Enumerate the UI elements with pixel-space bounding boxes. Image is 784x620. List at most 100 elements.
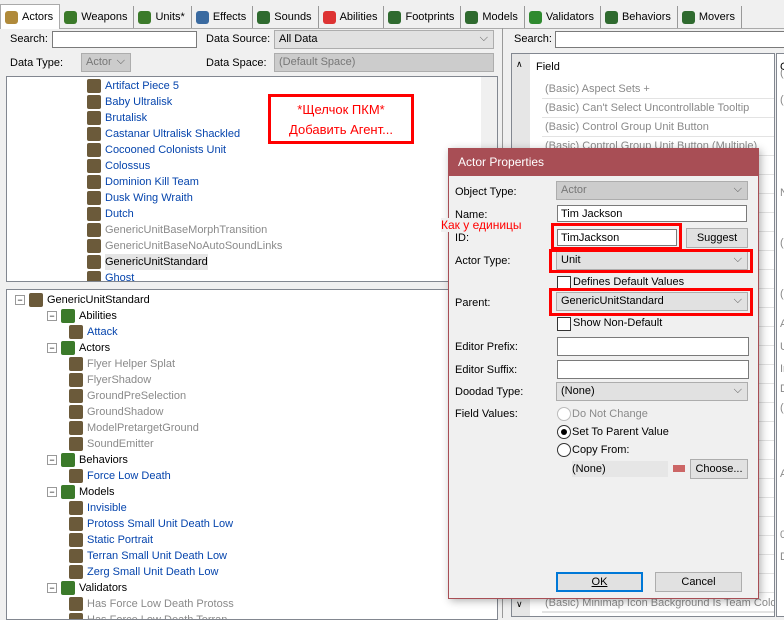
expand-icon[interactable]: − (47, 487, 57, 497)
tab-movers[interactable]: Movers (678, 6, 742, 28)
list-item-label: Cocooned Colonists Unit (105, 144, 227, 156)
copy-from-radio[interactable] (557, 443, 571, 457)
tree-node[interactable]: Terran Small Unit Death Low (69, 548, 227, 564)
expand-icon[interactable]: − (47, 343, 57, 353)
data-source-select[interactable]: All Data ⌵ (274, 30, 494, 49)
expand-icon[interactable]: − (47, 455, 57, 465)
suggest-button[interactable]: Suggest (686, 228, 748, 248)
ok-button[interactable]: OK (556, 572, 643, 592)
expand-icon[interactable]: − (47, 311, 57, 321)
tree-node[interactable]: Has Force Low Death Terran (69, 612, 227, 619)
tab-footprints[interactable]: Footprints (384, 6, 462, 28)
list-item[interactable]: Cocooned Colonists Unit (87, 142, 226, 158)
tree-node[interactable]: − Abilities (47, 308, 117, 324)
list-item[interactable]: Castanar Ultralisk Shackled (87, 126, 240, 142)
editor-suffix-label: Editor Suffix: (455, 364, 518, 376)
list-item[interactable]: Dutch (87, 206, 134, 222)
value-cell[interactable]: (0 (780, 237, 784, 249)
search-input[interactable] (52, 31, 197, 48)
data-type-select[interactable]: Actor ⌵ (81, 53, 131, 72)
list-item[interactable]: Colossus (87, 158, 150, 174)
tree-node[interactable]: − Validators (47, 580, 127, 596)
expand-icon[interactable]: − (47, 583, 57, 593)
list-item[interactable]: Ghost (87, 270, 134, 281)
value-cell[interactable]: D (780, 551, 784, 563)
choose-button[interactable]: Choose... (690, 459, 748, 479)
value-cell[interactable]: A (780, 318, 784, 330)
cancel-button[interactable]: Cancel (655, 572, 742, 592)
parent-label: Parent: (455, 297, 491, 309)
structure-tree[interactable]: − GenericUnitStandard − Abilities Attack − Act… (6, 289, 498, 620)
tree-node[interactable]: − Models (47, 484, 114, 500)
value-cell[interactable]: D (780, 383, 784, 395)
name-input[interactable] (557, 205, 747, 222)
value-cell[interactable]: (N (780, 402, 784, 414)
tab-units[interactable]: Units* (134, 6, 192, 28)
tab-behaviors[interactable]: Behaviors (601, 6, 678, 28)
tree-node[interactable]: GroundPreSelection (69, 388, 186, 404)
tab-models[interactable]: Models (461, 6, 525, 28)
tree-node[interactable]: Invisible (69, 500, 127, 516)
tab-sounds[interactable]: Sounds (253, 6, 319, 28)
list-item[interactable]: Dominion Kill Team (87, 174, 199, 190)
tree-node[interactable]: − GenericUnitStandard (15, 292, 150, 308)
field-row[interactable]: (Basic) Can't Select Uncontrollable Tool… (542, 100, 774, 118)
tree-node[interactable]: Attack (69, 324, 118, 340)
tree-node[interactable]: ModelPretargetGround (69, 420, 199, 436)
editor-suffix-input[interactable] (557, 360, 749, 379)
do-not-change-radio[interactable] (557, 407, 571, 421)
tab-abilities[interactable]: Abilities (319, 6, 385, 28)
show-non-default-checkbox[interactable] (557, 317, 571, 331)
value-cell[interactable]: N (780, 187, 784, 199)
actor-icon (87, 143, 101, 157)
color-swatch-icon (673, 465, 685, 472)
doodad-type-select[interactable]: (None) ⌵ (556, 382, 748, 401)
field-row[interactable]: (Basic) Control Group Unit Button (542, 119, 774, 137)
tree-node[interactable]: Zerg Small Unit Death Low (69, 564, 218, 580)
tree-node[interactable]: GroundShadow (69, 404, 163, 420)
tab-label: Sounds (274, 11, 312, 23)
tree-node-label: Models (79, 486, 115, 498)
list-item[interactable]: Baby Ultralisk (87, 94, 172, 110)
data-space-select[interactable]: (Default Space) (274, 53, 494, 72)
tree-node[interactable]: Protoss Small Unit Death Low (69, 516, 233, 532)
tree-node[interactable]: − Actors (47, 340, 110, 356)
tree-node[interactable]: Static Portrait (69, 532, 153, 548)
object-type-select[interactable]: Actor ⌵ (556, 181, 748, 200)
value-cell[interactable]: 0 (780, 529, 784, 541)
list-item[interactable]: Brutalisk (87, 110, 147, 126)
tab-weapons[interactable]: Weapons (60, 6, 135, 28)
value-cell[interactable]: U (780, 341, 784, 353)
list-item[interactable]: Dusk Wing Wraith (87, 190, 193, 206)
value-cell[interactable]: (N (780, 67, 784, 79)
field-row[interactable]: (Basic) Aspect Sets + (542, 81, 774, 99)
value-cell[interactable]: In (780, 363, 784, 375)
tab-effects[interactable]: Effects (192, 6, 254, 28)
list-item[interactable]: Artifact Piece 5 (87, 78, 179, 94)
set-to-parent-radio[interactable] (557, 425, 571, 439)
tree-node[interactable]: − Behaviors (47, 452, 128, 468)
tree-node[interactable]: Force Low Death (69, 468, 171, 484)
field-column-header[interactable]: Field (536, 61, 560, 73)
scroll-up-icon[interactable]: ∧ (516, 59, 523, 70)
tab-actors[interactable]: Actors (0, 4, 61, 29)
tree-node[interactable]: Has Force Low Death Protoss (69, 596, 234, 612)
tree-node[interactable]: Flyer Helper Splat (69, 356, 175, 372)
tree-node-label: ModelPretargetGround (87, 422, 199, 434)
value-cell[interactable]: A (780, 468, 784, 480)
right-search-input[interactable] (555, 31, 784, 48)
list-item[interactable]: GenericUnitStandard (87, 254, 208, 270)
value-cell[interactable]: (N (780, 94, 784, 106)
tree-node[interactable]: FlyerShadow (69, 372, 151, 388)
list-item[interactable]: GenericUnitBaseMorphTransition (87, 222, 267, 238)
value-cell[interactable]: (U (780, 288, 784, 300)
editor-prefix-input[interactable] (557, 337, 749, 356)
list-item[interactable]: GenericUnitBaseNoAutoSoundLinks (87, 238, 282, 254)
object-list[interactable]: Artifact Piece 5 Baby Ultralisk Brutalisk C… (6, 76, 498, 282)
chevron-down-icon: ⌵ (479, 32, 488, 44)
tab-validators[interactable]: Validators (525, 6, 601, 28)
scroll-down-icon[interactable]: ∨ (516, 599, 523, 610)
tree-node[interactable]: SoundEmitter (69, 436, 154, 452)
expand-icon[interactable]: − (15, 295, 25, 305)
list-item-label: GenericUnitBaseMorphTransition (105, 224, 268, 236)
